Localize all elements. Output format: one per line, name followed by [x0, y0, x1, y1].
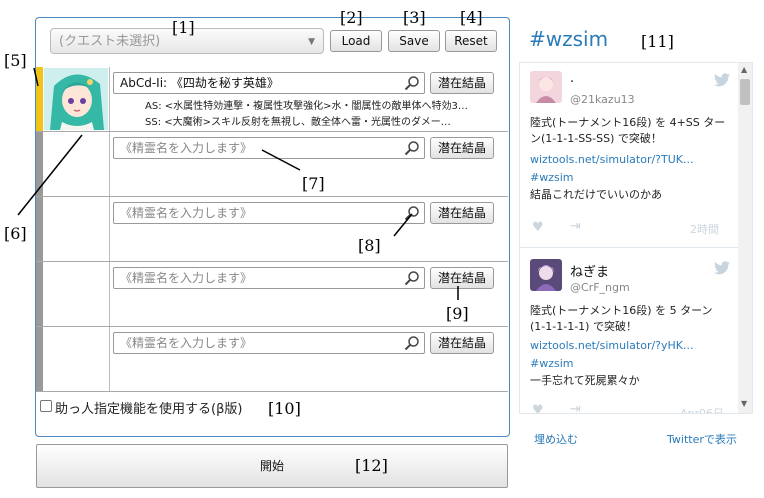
annotation-label: [3] [403, 8, 426, 27]
annotation-label: [4] [460, 8, 483, 27]
annotation-label: [5] [4, 51, 27, 70]
annotation-label: [7] [302, 174, 325, 193]
annotation-label: [12] [355, 456, 388, 475]
annotation-label: [8] [358, 236, 381, 255]
annotation-label: [2] [340, 8, 363, 27]
annotation-label: [11] [641, 32, 674, 51]
annotation-leader-lines [17, 67, 459, 300]
annotation-label: [10] [268, 399, 301, 418]
annotation-label: [6] [4, 224, 27, 243]
annotation-label: [9] [446, 304, 469, 323]
annotation-label: [1] [172, 18, 195, 37]
